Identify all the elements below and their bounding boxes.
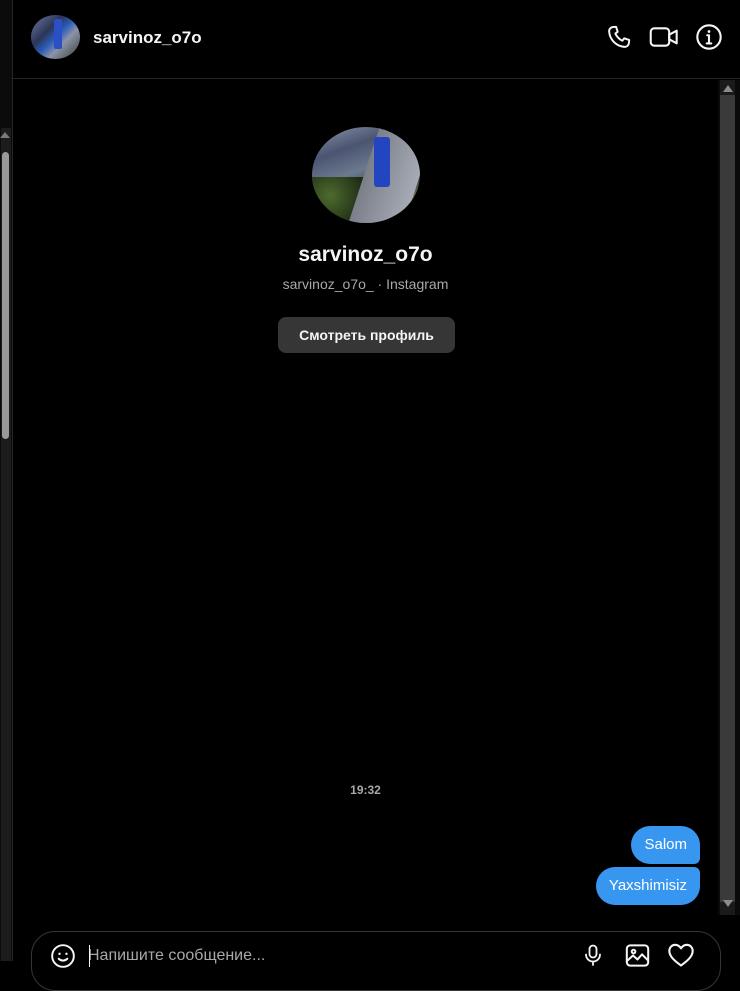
microphone-icon[interactable]: [579, 941, 607, 969]
scroll-up-arrow-icon[interactable]: [723, 85, 733, 92]
profile-avatar[interactable]: [312, 127, 420, 223]
message-timestamp: 19:32: [350, 783, 381, 797]
video-call-icon[interactable]: [649, 22, 679, 52]
text-caret: [89, 945, 90, 967]
chat-header: sarvinoz_o7o: [13, 0, 740, 79]
header-avatar[interactable]: [31, 15, 80, 59]
message-input[interactable]: [88, 944, 488, 968]
page-scrollbar-up-arrow[interactable]: [0, 132, 10, 138]
profile-name: sarvinoz_o7o: [298, 243, 433, 266]
info-icon[interactable]: [694, 22, 724, 52]
view-profile-button[interactable]: Смотреть профиль: [278, 317, 455, 353]
scroll-down-arrow-icon[interactable]: [723, 900, 733, 907]
heart-icon[interactable]: [667, 941, 695, 969]
page-scrollbar-thumb[interactable]: [2, 152, 9, 439]
profile-subtitle: sarvinoz_o7o_ · Instagram: [282, 276, 449, 292]
phone-icon[interactable]: [604, 22, 634, 52]
page-scrollbar[interactable]: [0, 0, 13, 961]
message-bubble-sent[interactable]: Salom: [631, 826, 700, 864]
emoji-icon[interactable]: [50, 943, 76, 969]
image-icon[interactable]: [623, 941, 651, 969]
thread-scrollbar-thumb[interactable]: [720, 95, 735, 902]
thread-scrollbar[interactable]: [718, 80, 740, 915]
header-username[interactable]: sarvinoz_o7o: [93, 28, 202, 48]
message-composer: [31, 931, 721, 991]
message-bubble-sent[interactable]: Yaxshimisiz: [595, 867, 700, 905]
message-thread[interactable]: sarvinoz_o7o sarvinoz_o7o_ · Instagram С…: [13, 80, 718, 920]
